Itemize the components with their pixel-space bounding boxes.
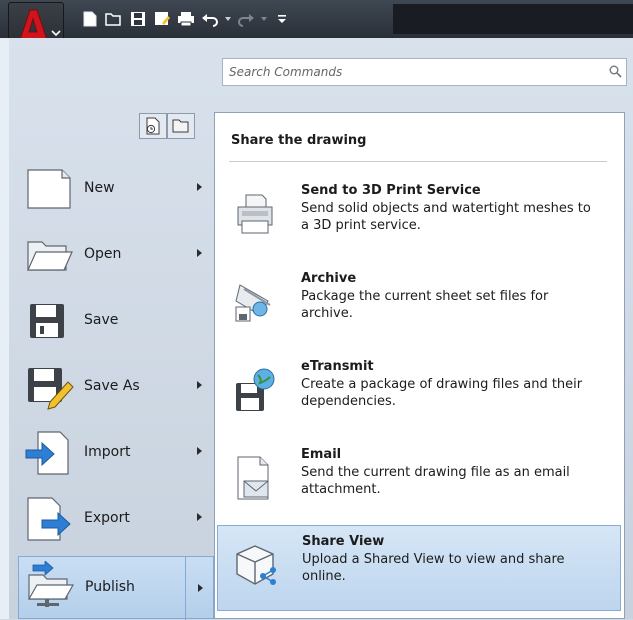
panel-title: Share the drawing: [231, 133, 367, 148]
qat-save-button[interactable]: [126, 7, 150, 31]
qat-undo-button[interactable]: [198, 7, 222, 31]
export-icon: [27, 497, 71, 541]
search-icon[interactable]: [609, 65, 622, 78]
submenu-item-description: Upload a Shared View to view and share o…: [302, 552, 565, 584]
menu-item-label: Export: [84, 510, 130, 526]
submenu-item-description: Send solid objects and watertight meshes…: [301, 201, 591, 233]
publish-icon: [27, 561, 75, 607]
caret-down-icon: [261, 17, 267, 21]
recent-documents-button[interactable]: [139, 113, 167, 139]
submenu-item-title: eTransmit: [301, 359, 374, 374]
caret-down-icon: [225, 17, 231, 21]
submenu-item-description: Package the current sheet set files for …: [301, 289, 549, 321]
search-input[interactable]: [223, 60, 599, 84]
share-view-icon: [236, 545, 276, 585]
qat-open-button[interactable]: [102, 7, 126, 31]
submenu-item-email[interactable]: Email Send the current drawing file as a…: [217, 439, 621, 527]
3d-printer-icon: [237, 194, 273, 234]
open-folder-icon: [27, 241, 73, 271]
etransmit-icon: [236, 368, 275, 411]
menu-item-label: Publish: [85, 579, 135, 595]
qat-undo-dropdown[interactable]: [222, 7, 234, 31]
title-bar-dark-area: [393, 4, 633, 34]
undo-icon: [202, 14, 218, 27]
submenu-item-archive[interactable]: Archive Package the current sheet set fi…: [217, 263, 621, 351]
menu-item-save-as[interactable]: Save As: [18, 356, 214, 420]
menu-item-publish[interactable]: Publish: [18, 556, 214, 620]
menu-item-label: Save: [84, 312, 119, 328]
qat-save-as-button[interactable]: [150, 7, 174, 31]
redo-icon: [238, 14, 254, 27]
qat-plot-button[interactable]: [174, 7, 198, 31]
submenu-arrow-icon: [197, 249, 202, 257]
menu-item-label: Save As: [84, 378, 140, 394]
save-as-icon: [28, 368, 74, 410]
save-icon: [131, 12, 145, 26]
recent-documents-icon: [146, 117, 160, 135]
submenu-arrow-icon: [197, 183, 202, 191]
import-icon: [25, 431, 69, 475]
customize-icon: [278, 15, 286, 23]
submenu-arrow-icon: [197, 381, 202, 389]
search-commands-box: [222, 58, 627, 86]
menu-item-label: Import: [84, 444, 131, 460]
submenu-item-share-view[interactable]: Share View Upload a Shared View to view …: [217, 525, 621, 611]
submenu-arrow-icon: [197, 513, 202, 521]
share-submenu-panel: Share the drawing Send to 3D Print Servi…: [214, 112, 625, 619]
save-as-icon: [155, 12, 170, 25]
new-icon: [83, 11, 97, 27]
submenu-item-title: Email: [301, 447, 342, 462]
qat-redo-dropdown[interactable]: [258, 7, 270, 31]
menu-item-import[interactable]: Import: [18, 422, 214, 486]
submenu-item-etransmit[interactable]: eTransmit Create a package of drawing fi…: [217, 351, 621, 439]
submenu-item-description: Create a package of drawing files and th…: [301, 377, 583, 409]
submenu-item-description: Send the current drawing file as an emai…: [301, 465, 570, 497]
menu-item-export[interactable]: Export: [18, 488, 214, 552]
new-document-icon: [27, 169, 71, 209]
plot-icon: [178, 12, 194, 27]
submenu-item-title: Send to 3D Print Service: [301, 183, 481, 198]
email-icon: [237, 456, 269, 500]
submenu-arrow-icon: [198, 584, 203, 592]
menu-item-open[interactable]: Open: [18, 224, 214, 288]
document-view-toggle: [139, 113, 195, 139]
qat-new-button[interactable]: [78, 7, 102, 31]
open-documents-icon: [172, 119, 189, 133]
submenu-item-title: Archive: [301, 271, 357, 286]
submenu-item-title: Share View: [302, 534, 385, 549]
chevron-down-icon: [51, 30, 61, 37]
submenu-arrow-icon: [197, 447, 202, 455]
floppy-disk-icon: [30, 304, 64, 338]
open-icon: [105, 13, 121, 26]
qat-redo-button[interactable]: [234, 7, 258, 31]
qat-customize-button[interactable]: [270, 7, 294, 31]
menu-item-save[interactable]: Save: [18, 290, 214, 354]
panel-divider: [229, 161, 607, 162]
menu-item-new[interactable]: New: [18, 158, 214, 222]
menu-item-label: Open: [84, 246, 122, 262]
open-documents-button[interactable]: [167, 113, 195, 139]
menu-item-label: New: [84, 180, 115, 196]
submenu-item-3d-print[interactable]: Send to 3D Print Service Send solid obje…: [217, 175, 621, 263]
quick-access-toolbar: [78, 6, 294, 32]
archive-icon: [235, 284, 271, 322]
